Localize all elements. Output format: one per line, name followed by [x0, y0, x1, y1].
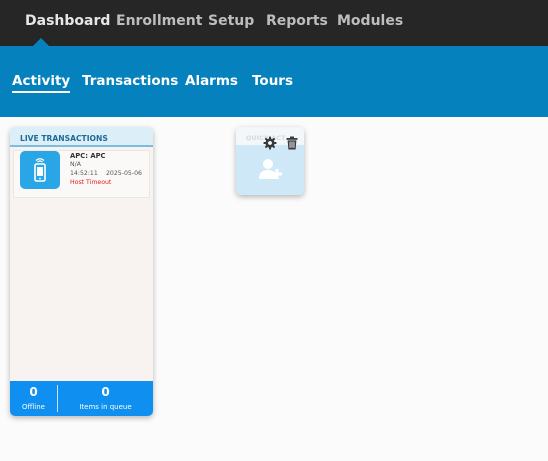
transaction-time: 14:52:11 — [70, 170, 98, 177]
quick-action-widget: QUICK ACT — [236, 127, 304, 195]
live-transactions-widget: LIVE TRANSACTIONS APC: APC N/A 14:52:11 … — [10, 127, 153, 416]
add-user-icon[interactable] — [258, 157, 284, 185]
transaction-status: Host Timeout — [70, 179, 112, 186]
tab-transactions[interactable]: Transactions — [82, 73, 178, 89]
nav-reports[interactable]: Reports — [266, 13, 328, 29]
transaction-date: 2025-05-06 — [106, 170, 142, 177]
transaction-title: APC: APC — [70, 152, 106, 160]
tab-tours[interactable]: Tours — [252, 73, 293, 89]
nav-setup[interactable]: Setup — [208, 13, 254, 29]
mobile-phone-icon — [20, 151, 60, 189]
offline-count: 0 — [29, 385, 38, 399]
queue-count: 0 — [101, 385, 110, 399]
widget-footer: 0 Offline 0 Items in queue — [10, 381, 153, 416]
nav-enrollment[interactable]: Enrollment — [116, 13, 202, 29]
gear-icon[interactable] — [263, 135, 277, 154]
trash-icon[interactable] — [286, 135, 298, 154]
nav-dashboard[interactable]: Dashboard — [25, 13, 110, 29]
offline-label: Offline — [22, 403, 45, 411]
widget-title: LIVE TRANSACTIONS — [10, 127, 153, 147]
active-nav-caret — [33, 38, 49, 46]
transaction-subtitle: N/A — [70, 161, 81, 168]
top-nav: Dashboard Enrollment Setup Reports Modul… — [0, 0, 548, 46]
nav-modules[interactable]: Modules — [337, 13, 403, 29]
tab-activity[interactable]: Activity — [12, 73, 71, 93]
queue-label: Items in queue — [79, 403, 132, 411]
sub-nav: Activity Transactions Alarms Tours — [0, 46, 548, 117]
tab-alarms[interactable]: Alarms — [185, 73, 238, 89]
